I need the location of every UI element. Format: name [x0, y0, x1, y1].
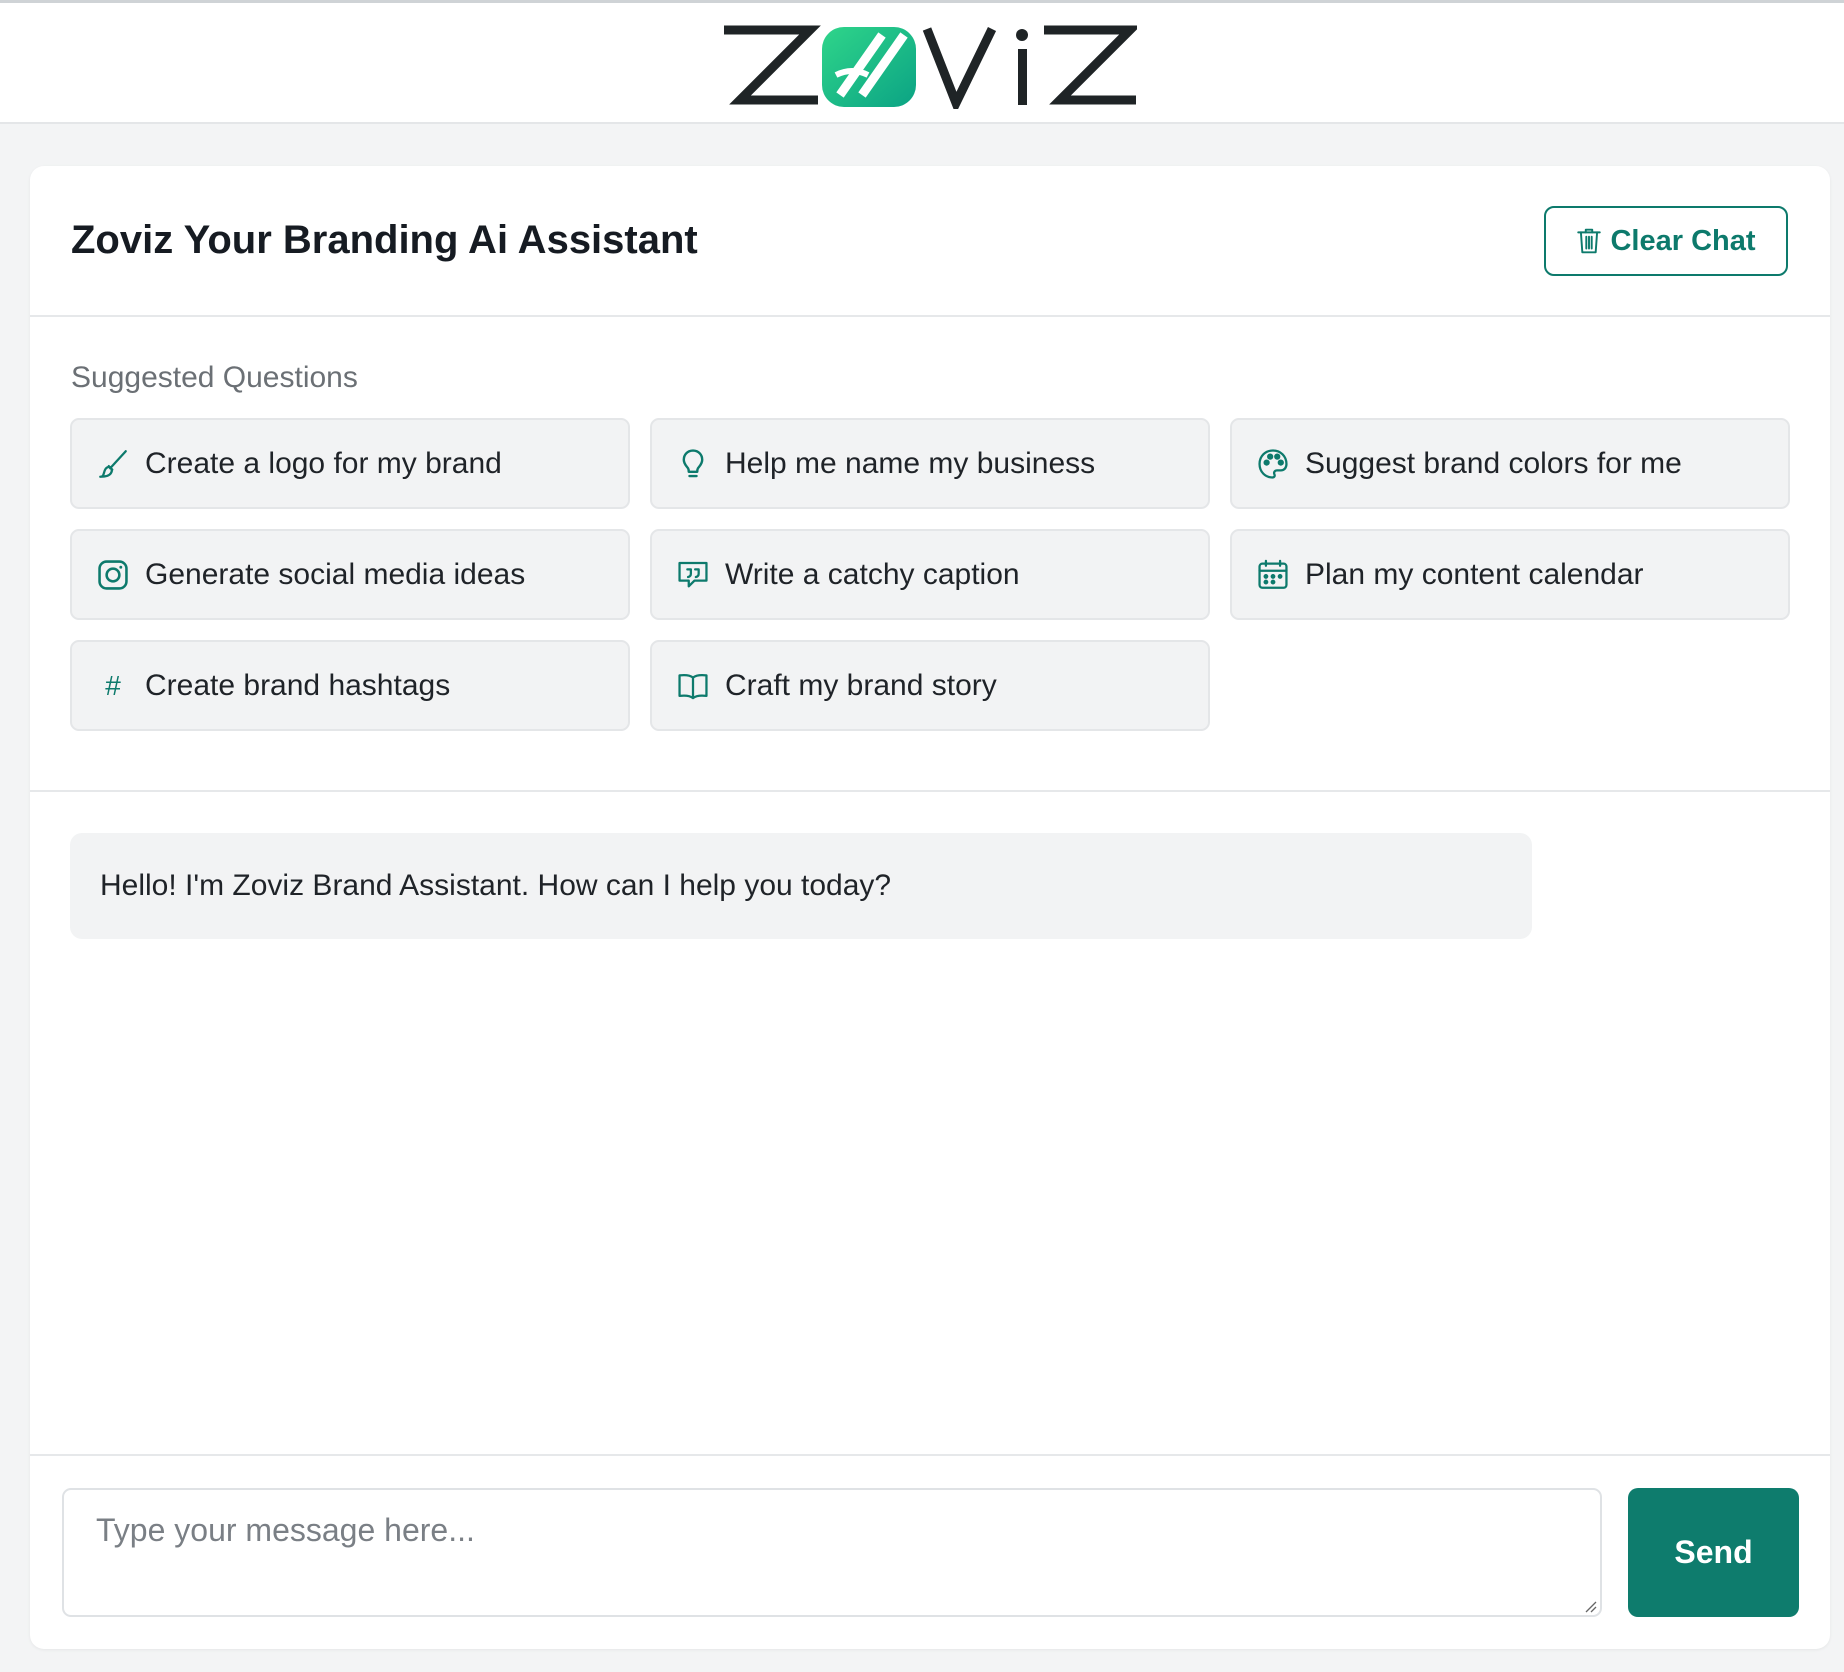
- book-icon: [676, 669, 710, 703]
- suggestion-label: Create a logo for my brand: [145, 446, 502, 480]
- suggestion-label: Help me name my business: [725, 446, 1096, 480]
- chat-card: Zoviz Your Branding Ai Assistant Clear C…: [30, 166, 1830, 1649]
- instagram-icon: [96, 558, 130, 592]
- send-button[interactable]: Send: [1628, 1488, 1799, 1617]
- suggestion-create-logo[interactable]: Create a logo for my brand: [70, 418, 630, 509]
- assistant-message: Hello! I'm Zoviz Brand Assistant. How ca…: [70, 833, 1532, 939]
- suggestion-label: Create brand hashtags: [145, 668, 451, 702]
- resize-handle-icon[interactable]: [1583, 1599, 1597, 1613]
- message-composer: Send: [30, 1454, 1830, 1649]
- suggestion-catchy-caption[interactable]: Write a catchy caption: [650, 529, 1210, 620]
- suggested-questions-label: Suggested Questions: [71, 361, 358, 394]
- suggestion-brand-hashtags[interactable]: # Create brand hashtags: [70, 640, 630, 731]
- message-input[interactable]: [62, 1488, 1602, 1617]
- suggestion-label: Write a catchy caption: [725, 557, 1020, 591]
- suggested-questions: Suggested Questions Create a logo for my…: [30, 317, 1830, 792]
- suggestion-name-business[interactable]: Help me name my business: [650, 418, 1210, 509]
- quote-icon: [676, 558, 710, 592]
- calendar-icon: [1256, 558, 1290, 592]
- clear-chat-button[interactable]: Clear Chat: [1544, 206, 1788, 276]
- chat-messages: Hello! I'm Zoviz Brand Assistant. How ca…: [30, 792, 1830, 1456]
- clear-chat-label: Clear Chat: [1610, 224, 1756, 257]
- suggestion-brand-colors[interactable]: Suggest brand colors for me: [1230, 418, 1790, 509]
- card-header: Zoviz Your Branding Ai Assistant Clear C…: [30, 166, 1830, 317]
- suggestion-label: Suggest brand colors for me: [1305, 446, 1682, 480]
- trash-icon: [1577, 228, 1602, 254]
- zoviz-logo[interactable]: [722, 23, 1137, 109]
- suggestion-content-calendar[interactable]: Plan my content calendar: [1230, 529, 1790, 620]
- palette-icon: [1256, 447, 1290, 481]
- lightbulb-icon: [676, 447, 710, 481]
- top-bar: [0, 0, 1844, 124]
- page-title: Zoviz Your Branding Ai Assistant: [71, 218, 698, 262]
- suggestion-brand-story[interactable]: Craft my brand story: [650, 640, 1210, 731]
- suggestion-label: Generate social media ideas: [145, 557, 526, 591]
- hashtag-icon: #: [105, 669, 121, 701]
- suggestion-social-media[interactable]: Generate social media ideas: [70, 529, 630, 620]
- suggestion-label: Plan my content calendar: [1305, 557, 1644, 591]
- brush-icon: [96, 447, 130, 481]
- suggestion-label: Craft my brand story: [725, 668, 997, 702]
